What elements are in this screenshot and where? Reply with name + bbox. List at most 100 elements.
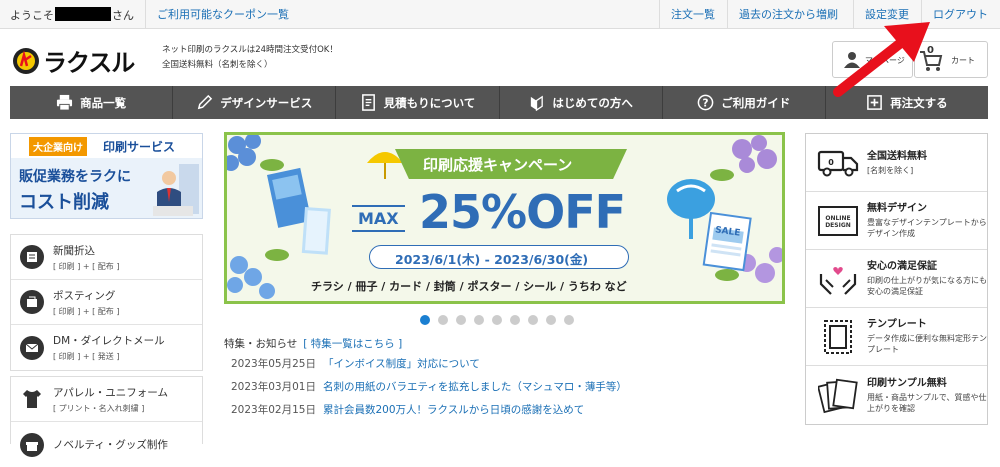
carousel-dot[interactable]	[564, 315, 574, 325]
businessman-illustration-icon	[153, 164, 199, 216]
campaign-banner[interactable]: 印刷応援キャンペーン MAX 25%OFF 2023/6/1(木) - 2023…	[224, 132, 785, 304]
feature-free-samples[interactable]: 印刷サンプル無料用紙・商品サンプルで、質感や仕上がりを確認	[806, 366, 987, 424]
campaign-title: 印刷応援キャンペーン	[423, 156, 573, 174]
order-list-link[interactable]: 注文一覧	[659, 0, 726, 29]
service-sub: [ 印刷 ] + [ 配布 ]	[53, 261, 120, 271]
nav-products[interactable]: 商品一覧	[10, 86, 174, 119]
campaign-period: 2023/6/1(木) - 2023/6/30(金)	[395, 252, 589, 267]
news-item: 2023年03月01日 名刺の用紙のバラエティを拡充しました（マシュマロ・薄手等）	[231, 379, 627, 394]
news-heading: 特集・お知らせ	[224, 338, 298, 350]
service-posting[interactable]: ポスティング [ 印刷 ] + [ 配布 ]	[11, 280, 202, 325]
goods-services-list: アパレル・ユニフォーム [ プリント・名入れ刺繍 ] ノベルティ・グッズ制作	[10, 376, 203, 457]
welcome-suffix: さん	[112, 9, 134, 22]
carousel-dot[interactable]	[528, 315, 538, 325]
svg-text:?: ?	[703, 97, 709, 109]
welcome-message: ようこそ さん	[10, 7, 134, 23]
news-link[interactable]: 名刺の用紙のバラエティを拡充しました（マシュマロ・薄手等）	[323, 381, 627, 393]
envelope-icon	[20, 335, 44, 360]
campaign-products: チラシ / 冊子 / カード / 封筒 / ポスター / シール / うちわ な…	[311, 280, 627, 293]
feature-free-design[interactable]: ONLINE DESIGN 無料デザイン豊富なデザインテンプレートからデザイン作…	[806, 192, 987, 250]
enterprise-line-1: 販促業務をラクに	[19, 169, 131, 185]
redacted-username	[55, 7, 111, 21]
service-apparel[interactable]: アパレル・ユニフォーム [ プリント・名入れ刺繍 ]	[11, 377, 202, 422]
news-date: 2023年05月25日	[231, 358, 316, 370]
feature-title: 印刷サンプル無料	[867, 377, 947, 389]
nav-beginners-label: はじめての方へ	[552, 95, 633, 110]
feature-satisfaction-guarantee[interactable]: 安心の満足保証印刷の仕上がりが気になる方にも安心の満足保証	[806, 250, 987, 308]
news-date: 2023年02月15日	[231, 404, 316, 416]
service-sub: [ プリント・名入れ刺繍 ]	[53, 403, 145, 413]
mailbox-icon	[20, 290, 44, 314]
feature-sub: データ作成に便利な無料定形テンプレート	[867, 334, 987, 354]
feature-title: 全国送料無料	[867, 150, 927, 162]
tshirt-icon	[20, 387, 44, 411]
carousel-dot[interactable]	[546, 315, 556, 325]
feature-sub: 印刷の仕上がりが気になる方にも安心の満足保証	[867, 276, 987, 296]
newspaper-icon	[20, 245, 44, 269]
features-panel: 0 全国送料無料 [名刺を除く] ONLINE DESIGN 無料デザイン豊富なデ…	[805, 133, 988, 425]
document-icon	[361, 94, 375, 111]
service-title: ポスティング	[53, 289, 116, 302]
feature-sub: 用紙・商品サンプルで、質感や仕上がりを確認	[867, 392, 987, 413]
carousel-dot[interactable]	[510, 315, 520, 325]
service-sub: [ 印刷 ] + [ 発送 ]	[53, 352, 120, 361]
heart-hands-icon	[815, 256, 861, 302]
tagline-line-1: ネット印刷のラクスルは24時間注文受付OK！	[162, 45, 338, 55]
truck-icon: 0	[815, 140, 861, 186]
online-design-icon: ONLINE DESIGN	[815, 198, 861, 244]
service-novelty[interactable]: ノベルティ・グッズ制作	[11, 422, 202, 467]
carousel-dot[interactable]	[420, 315, 430, 325]
news-date: 2023年03月01日	[231, 381, 316, 393]
nav-estimate-label: 見積もりについて	[383, 95, 476, 110]
feature-title: 安心の満足保証	[867, 261, 937, 272]
news-link[interactable]: 「インボイス制度」対応について	[323, 358, 480, 370]
red-arrow-annotation-icon	[833, 22, 930, 97]
carousel-dot[interactable]	[438, 315, 448, 325]
tagline-line-2: 全国送料無料（名刺を除く）	[162, 60, 273, 70]
beginner-mark-icon	[531, 95, 544, 111]
carousel-dot[interactable]	[492, 315, 502, 325]
template-icon	[815, 314, 861, 360]
service-title: アパレル・ユニフォーム	[53, 386, 168, 399]
nav-estimate[interactable]: 見積もりについて	[336, 86, 500, 119]
svg-text:0: 0	[828, 158, 834, 167]
enterprise-tag: 大企業向け	[29, 137, 87, 156]
nav-products-label: 商品一覧	[80, 95, 127, 110]
discount-value: 25%OFF	[419, 185, 626, 239]
feature-sub: 豊富なデザインテンプレートからデザイン作成	[867, 218, 987, 238]
header-tagline: ネット印刷のラクスルは24時間注文受付OK！ 全国送料無料（名刺を除く）	[162, 43, 338, 73]
enterprise-line-2: コスト削減	[19, 192, 109, 213]
printer-icon	[57, 94, 73, 111]
enterprise-print-banner[interactable]: 大企業向け 印刷サービス 販促業務をラクに コスト削減	[10, 133, 203, 219]
welcome-prefix: ようこそ	[10, 9, 54, 22]
logo-text: ラクスル	[43, 49, 135, 77]
nav-guide-label: ご利用ガイド	[721, 95, 791, 110]
feature-title: 無料デザイン	[867, 203, 927, 214]
raksul-logo[interactable]: ラクスル	[12, 43, 135, 78]
feature-free-shipping[interactable]: 0 全国送料無料 [名刺を除く]	[806, 134, 987, 192]
service-sub: [ 印刷 ] + [ 配布 ]	[53, 306, 120, 316]
discount-max-label: MAX	[352, 205, 405, 232]
news-header: 特集・お知らせ [ 特集一覧はこちら ]	[224, 336, 402, 351]
feature-templates[interactable]: テンプレート データ作成に便利な無料定形テンプレート	[806, 308, 987, 366]
carousel-dots	[420, 315, 574, 325]
news-list-link[interactable]: [ 特集一覧はこちら ]	[303, 338, 402, 350]
news-item: 2023年05月25日 「インボイス制度」対応について	[231, 356, 480, 371]
enterprise-title: 印刷サービス	[103, 140, 176, 154]
service-newspaper-insert[interactable]: 新聞折込 [ 印刷 ] + [ 配布 ]	[11, 235, 202, 280]
feature-sub: [名刺を除く]	[867, 165, 914, 175]
nav-guide[interactable]: ? ご利用ガイド	[663, 86, 826, 119]
online-design-text: ONLINE DESIGN	[818, 205, 858, 236]
coupon-list-link[interactable]: ご利用可能なクーポン一覧	[145, 0, 300, 29]
carousel-dot[interactable]	[474, 315, 484, 325]
service-direct-mail[interactable]: DM・ダイレクトメール [ 印刷 ] + [ 発送 ]	[11, 325, 202, 370]
news-link[interactable]: 累計会員数200万人！ラクスルから日頃の感謝を込めて	[323, 404, 584, 416]
cart-label: カート	[951, 56, 975, 65]
nav-design-service[interactable]: デザインサービス	[173, 86, 337, 119]
carousel-dot[interactable]	[456, 315, 466, 325]
samples-icon	[815, 372, 861, 418]
gift-icon	[20, 432, 44, 457]
service-title: ノベルティ・グッズ制作	[53, 439, 168, 451]
nav-beginners[interactable]: はじめての方へ	[500, 86, 663, 119]
distribution-services-list: 新聞折込 [ 印刷 ] + [ 配布 ] ポスティング [ 印刷 ] + [ 配布 …	[10, 234, 203, 371]
